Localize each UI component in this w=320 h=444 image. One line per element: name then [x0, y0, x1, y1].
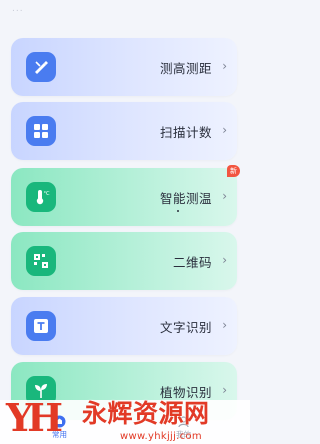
chevron-right-icon: ›	[222, 253, 227, 267]
chevron-right-icon: ›	[222, 59, 227, 73]
nav-home[interactable]: 常用	[52, 415, 67, 440]
card-label: 扫描计数	[159, 125, 212, 140]
nav-mine-label: 我的	[176, 430, 191, 439]
qr-code-icon	[26, 246, 56, 276]
status-bar: ...	[0, 0, 250, 22]
card-label: 文字识别	[159, 320, 212, 335]
app-screen: ... 测高测距 › 扫描计数 › °C 智能测温 › 新 二维码 › 文字识别…	[0, 0, 250, 444]
card-label: 二维码	[172, 255, 212, 270]
user-icon	[178, 416, 189, 428]
nav-home-label: 常用	[52, 430, 67, 439]
text-recognition-icon	[26, 311, 56, 341]
card-qr-code[interactable]: 二维码 ›	[11, 232, 237, 290]
grid-count-icon	[26, 116, 56, 146]
dot-mark	[177, 210, 179, 212]
nav-mine[interactable]: 我的	[176, 415, 191, 440]
home-icon	[53, 415, 66, 428]
card-height-distance[interactable]: 测高测距 ›	[11, 38, 237, 96]
thermometer-icon: °C	[26, 182, 56, 212]
card-label: 智能测温	[159, 191, 212, 206]
card-label: 植物识别	[159, 385, 212, 400]
card-text-recognition[interactable]: 文字识别 ›	[11, 297, 237, 355]
status-time: ...	[12, 4, 24, 14]
chevron-right-icon: ›	[222, 383, 227, 397]
chevron-right-icon: ›	[222, 189, 227, 203]
svg-text:°C: °C	[44, 191, 51, 197]
card-smart-temperature[interactable]: °C 智能测温 › 新	[11, 165, 240, 226]
ruler-pencil-icon	[26, 52, 56, 82]
card-label: 测高测距	[159, 61, 212, 76]
bottom-nav: 常用 我的	[0, 400, 250, 444]
chevron-right-icon: ›	[222, 123, 227, 137]
card-scan-count[interactable]: 扫描计数 ›	[11, 102, 237, 160]
chevron-right-icon: ›	[222, 318, 227, 332]
new-badge: 新	[227, 165, 240, 177]
